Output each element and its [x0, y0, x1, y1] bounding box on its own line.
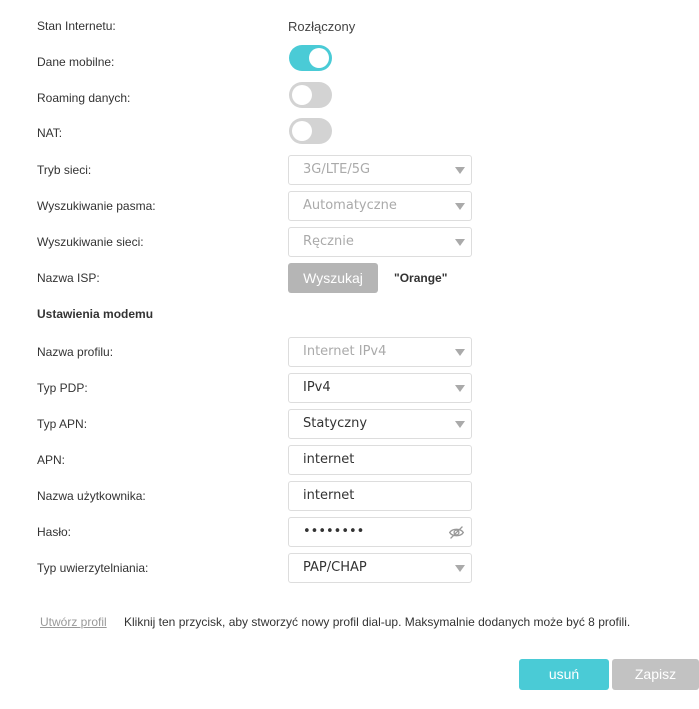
nat-label: NAT:	[37, 126, 63, 140]
dropdown-arrow-icon	[455, 203, 465, 210]
pdp-type-value: IPv4	[303, 380, 331, 395]
network-search-label: Wyszukiwanie sieci:	[37, 235, 144, 249]
toggle-knob	[292, 85, 312, 105]
band-search-label: Wyszukiwanie pasma:	[37, 199, 156, 213]
username-input[interactable]: internet	[288, 481, 472, 511]
toggle-knob	[292, 121, 312, 141]
roaming-label: Roaming danych:	[37, 91, 131, 105]
roaming-toggle[interactable]	[289, 82, 332, 108]
mobile-data-toggle[interactable]	[289, 45, 332, 71]
auth-type-select[interactable]: PAP/CHAP	[288, 553, 472, 583]
password-value: ••••••••	[303, 524, 365, 539]
create-profile-hint: Kliknij ten przycisk, aby stworzyć nowy …	[124, 615, 631, 629]
apn-type-value: Statyczny	[303, 416, 368, 431]
profile-name-label: Nazwa profilu:	[37, 345, 114, 359]
nat-toggle[interactable]	[289, 118, 332, 144]
username-label: Nazwa użytkownika:	[37, 489, 146, 503]
network-search-value: Ręcznie	[303, 234, 354, 249]
password-label: Hasło:	[37, 525, 72, 539]
dropdown-arrow-icon	[455, 349, 465, 356]
profile-name-select: Internet IPv4	[288, 337, 472, 367]
pdp-type-label: Typ PDP:	[37, 381, 88, 395]
isp-name-value: "Orange"	[394, 271, 448, 285]
band-search-select: Automatyczne	[288, 191, 472, 221]
toggle-knob	[309, 48, 329, 68]
dropdown-arrow-icon	[455, 565, 465, 572]
network-mode-label: Tryb sieci:	[37, 163, 92, 177]
profile-name-value: Internet IPv4	[303, 344, 387, 359]
apn-label: APN:	[37, 453, 66, 467]
internet-status-value: Rozłączony	[288, 19, 356, 34]
delete-button[interactable]: usuń	[519, 659, 609, 690]
apn-type-select[interactable]: Statyczny	[288, 409, 472, 439]
isp-label: Nazwa ISP:	[37, 271, 100, 285]
dropdown-arrow-icon	[455, 385, 465, 392]
pdp-type-select[interactable]: IPv4	[288, 373, 472, 403]
hide-password-icon[interactable]	[448, 524, 465, 541]
dropdown-arrow-icon	[455, 167, 465, 174]
auth-type-label: Typ uwierzytelniania:	[37, 561, 149, 575]
auth-type-value: PAP/CHAP	[303, 560, 367, 575]
create-profile-link[interactable]: Utwórz profil	[40, 615, 107, 629]
apn-input[interactable]: internet	[288, 445, 472, 475]
dropdown-arrow-icon	[455, 421, 465, 428]
network-mode-value: 3G/LTE/5G	[303, 162, 371, 177]
mobile-data-label: Dane mobilne:	[37, 55, 115, 69]
password-input[interactable]: ••••••••	[288, 517, 472, 547]
network-mode-select: 3G/LTE/5G	[288, 155, 472, 185]
internet-status-label: Stan Internetu:	[37, 19, 116, 33]
band-search-value: Automatyczne	[303, 198, 397, 213]
apn-type-label: Typ APN:	[37, 417, 88, 431]
save-button[interactable]: Zapisz	[612, 659, 699, 690]
network-search-select: Ręcznie	[288, 227, 472, 257]
modem-settings-title: Ustawienia modemu	[37, 307, 154, 321]
dropdown-arrow-icon	[455, 239, 465, 246]
search-isp-button[interactable]: Wyszukaj	[288, 263, 378, 293]
